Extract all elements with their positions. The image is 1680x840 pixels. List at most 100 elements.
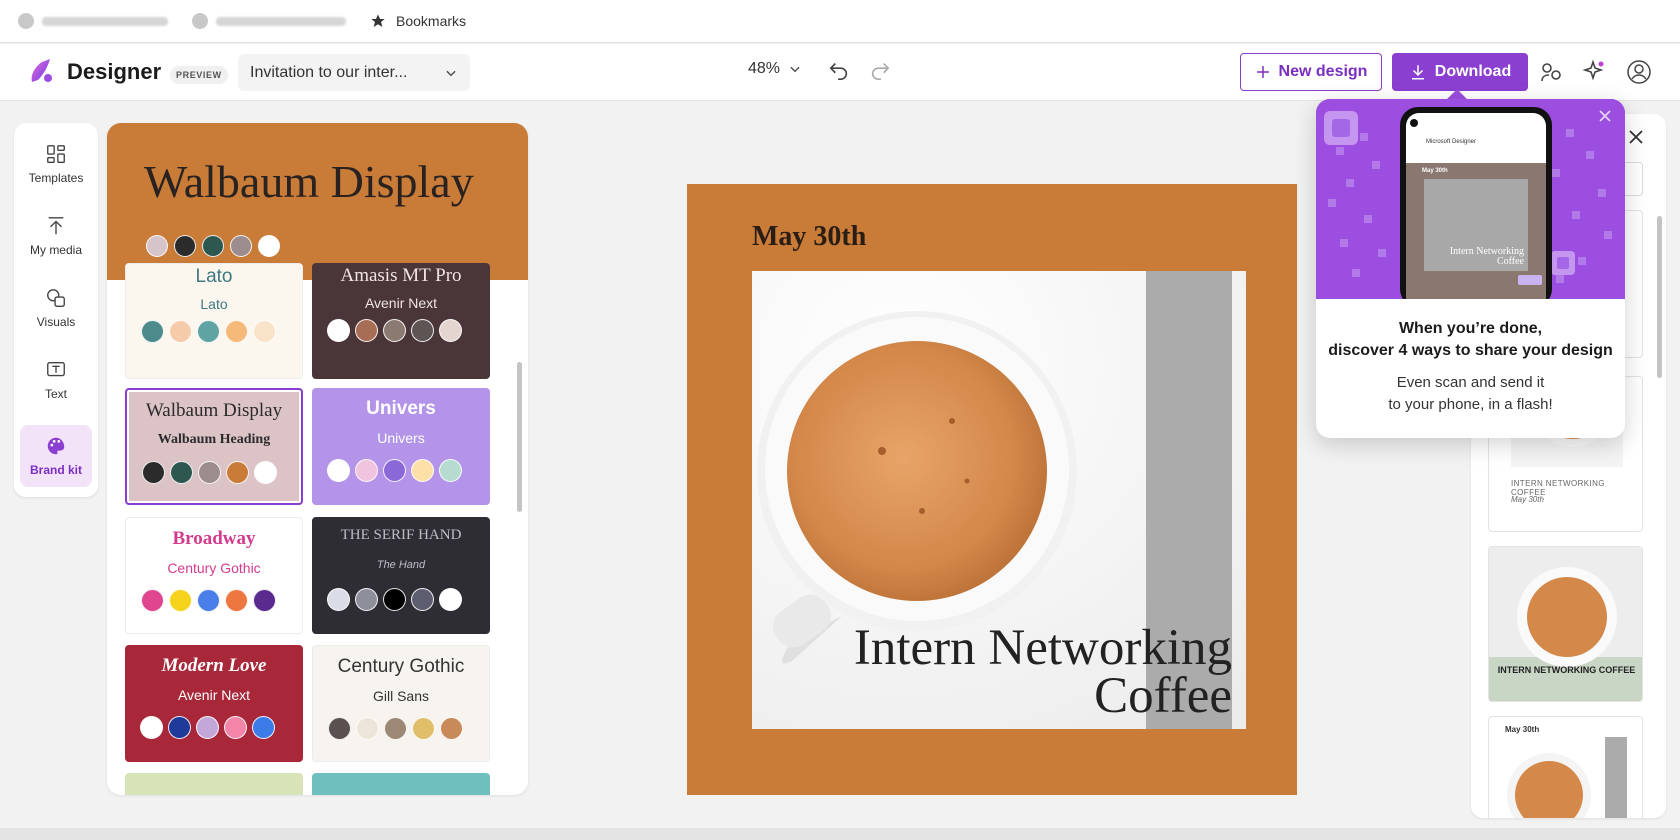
color-swatch [141,589,164,612]
download-label: Download [1434,63,1512,80]
color-swatch [384,717,407,740]
color-swatch [202,235,224,257]
selected-font-name: Walbaum Display [144,156,474,207]
canvas-coffee-photo[interactable]: Intern Networking Coffee [752,271,1246,729]
card-color-palette [141,320,276,343]
brand-kit-card[interactable]: Walbaum Display Walbaum Heading [125,388,303,505]
color-swatch [196,716,219,739]
rail-label: Brand kit [29,463,82,477]
app-header: Designer PREVIEW Invitation to our inter… [0,44,1680,101]
text-box-icon [47,361,65,377]
brand-kit-card[interactable]: Modern Love Avenir Next [125,645,303,762]
bookmark-item-blurred[interactable] [192,10,346,32]
bookmarks-label: Bookmarks [396,13,467,29]
redo-icon[interactable] [869,59,891,81]
color-swatch [327,459,350,482]
card-heading-font: Broadway [172,528,256,549]
rail-item-my-media[interactable]: My media [20,205,92,267]
close-icon[interactable] [1627,128,1645,146]
designer-logo-icon[interactable] [26,56,56,86]
bookmarks-folder[interactable]: Bookmarks [370,10,466,32]
card-body-font: Avenir Next [177,687,251,703]
color-swatch [225,589,248,612]
undo-icon[interactable] [828,59,850,81]
card-body-font: The Hand [376,559,426,571]
zoom-dropdown[interactable]: 48% [748,60,802,78]
color-swatch [439,588,462,611]
account-avatar-icon[interactable] [1626,59,1652,85]
card-heading-font: Univers [366,398,436,419]
brand-kit-selected-preview: Walbaum Display [107,123,528,280]
canvas-title-line: Intern Networking [853,620,1232,676]
left-rail: Templates My media Visuals Text Brand ki… [14,123,98,497]
copilot-sparkle-icon[interactable] [1580,59,1606,85]
color-swatch [412,717,435,740]
color-swatch [411,459,434,482]
color-swatch [383,459,406,482]
card-color-palette [327,459,462,482]
rail-item-visuals[interactable]: Visuals [20,277,92,339]
color-swatch [254,461,277,484]
share-teaching-popup: Microsoft Designer May 30th Intern Netwo… [1316,99,1625,438]
brand-kit-card[interactable]: Univers Univers [312,388,490,505]
upload-icon [48,217,64,235]
card-color-palette [142,461,277,484]
new-design-button[interactable]: New design [1240,53,1382,91]
card-body-font: Walbaum Heading [157,432,271,447]
color-swatch [169,589,192,612]
new-design-label: New design [1278,63,1368,80]
close-icon[interactable] [1598,109,1612,123]
brand-kit-card[interactable]: Broadway Century Gothic [125,517,303,634]
color-swatch [174,235,196,257]
thumbnail-photo [1489,547,1642,701]
design-thumbnail[interactable]: INTERN NETWORKING COFFEE [1488,546,1643,702]
thumbnail-date: May 30th [1511,495,1544,504]
canvas-date-text[interactable]: May 30th [752,221,866,253]
color-swatch [140,716,163,739]
rail-item-text[interactable]: Text [20,349,92,411]
brand-kit-card[interactable]: Amasis MT Pro Avenir Next [312,263,490,379]
color-swatch [383,588,406,611]
canvas-title-text[interactable]: Intern Networking Coffee [752,620,1232,724]
color-swatch [327,319,350,342]
bookmark-item-blurred[interactable] [18,10,168,32]
popup-title-line: discover 4 ways to share your design [1328,342,1613,359]
brand-kit-card[interactable]: Lato Lato [125,263,303,379]
chevron-down-icon [790,66,800,73]
color-swatch [230,235,252,257]
brand-panel-scrollbar[interactable] [517,362,522,512]
card-body-font: Gill Sans [372,688,430,704]
card-color-palette [140,716,275,739]
rail-item-brand-kit[interactable]: Brand kit [20,425,92,487]
rail-label: Templates [28,171,84,185]
popup-body: Even scan and send it to your phone, in … [1316,372,1625,416]
brand-kit-card[interactable]: Century Gothic Gill Sans [312,645,490,762]
card-heading-font: Walbaum Display [145,400,283,421]
color-swatch [253,320,276,343]
color-swatch [439,459,462,482]
color-swatch [252,716,275,739]
card-body-font: Century Gothic [167,560,261,576]
document-title-dropdown[interactable]: Invitation to our inter... [238,54,470,91]
design-canvas[interactable]: May 30th Intern Networking Coffee [687,184,1297,795]
design-thumbnail[interactable]: May 30th [1488,716,1643,818]
card-color-palette [327,319,462,342]
brand-kit-card[interactable] [125,773,303,795]
bookmarks-bar: Bookmarks [0,0,1680,43]
color-swatch [224,716,247,739]
share-people-icon[interactable] [1538,59,1564,85]
thumbnail-title: INTERN NETWORKING COFFEE [1497,665,1636,675]
design-ideas-scrollbar[interactable] [1657,216,1662,378]
download-button[interactable]: Download [1392,53,1528,91]
shapes-icon [47,289,65,307]
download-icon [1411,65,1424,80]
canvas-title-line: Coffee [1094,668,1232,724]
rail-item-templates[interactable]: Templates [20,133,92,195]
brand-kit-card[interactable]: THE SERIF HAND The Hand [312,517,490,634]
brand-kit-card[interactable] [312,773,490,795]
preview-badge: PREVIEW [170,66,228,84]
color-swatch [439,319,462,342]
color-swatch [226,461,249,484]
color-swatch [225,320,248,343]
thumbnail-photo [1507,753,1591,818]
